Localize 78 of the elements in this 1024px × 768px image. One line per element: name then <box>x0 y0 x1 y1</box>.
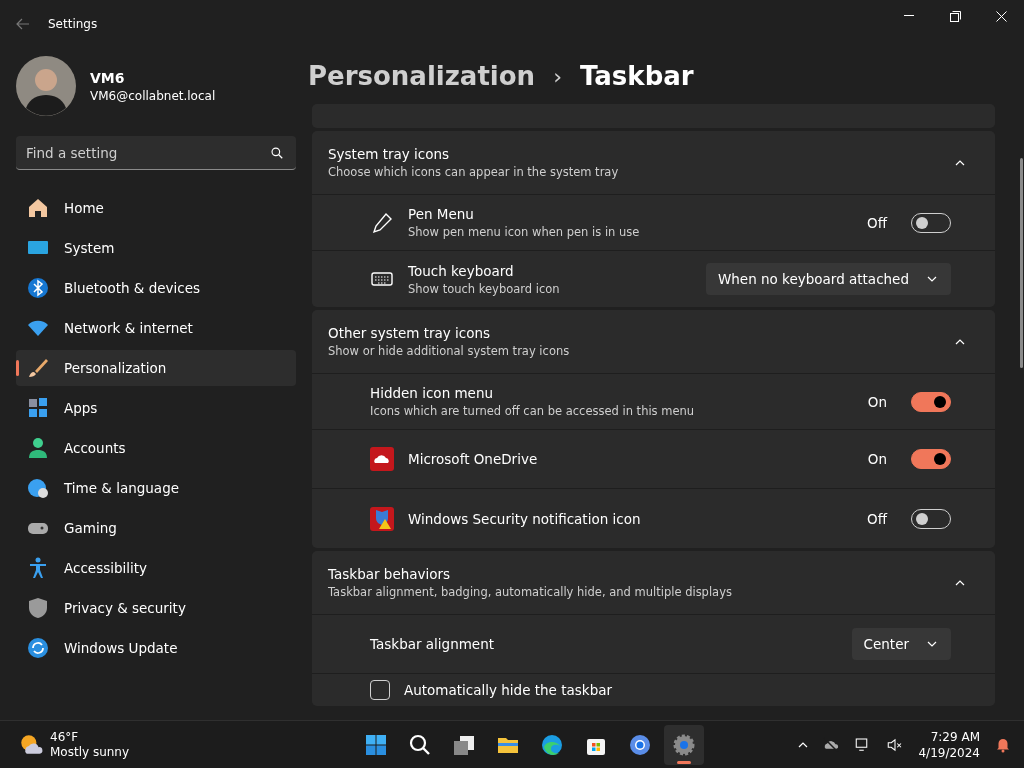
setting-label: Touch keyboard <box>408 262 515 279</box>
chevron-up-icon <box>955 338 965 345</box>
nav-item[interactable]: System <box>16 230 296 266</box>
search-icon <box>270 146 284 160</box>
setting-label: Automatically hide the taskbar <box>404 682 614 698</box>
checkbox[interactable] <box>370 680 390 700</box>
chevron-down-icon <box>927 641 937 647</box>
toggle-state: Off <box>867 214 887 231</box>
nav-item[interactable]: Bluetooth & devices <box>16 270 296 306</box>
circle-app-icon <box>628 732 652 757</box>
window-title: Settings <box>48 17 98 31</box>
section-title: Taskbar behaviors <box>328 566 452 582</box>
toggle-switch[interactable] <box>911 449 951 469</box>
chevron-up-icon <box>798 741 809 748</box>
brush-icon <box>26 356 50 380</box>
dropdown[interactable]: Center <box>851 628 951 660</box>
taskbar-button[interactable] <box>664 724 704 765</box>
setting-label: Microsoft OneDrive <box>408 451 539 467</box>
section-subtitle: Show or hide additional system tray icons <box>328 344 571 358</box>
nav-item[interactable]: Network & internet <box>16 310 296 346</box>
setting-label: Pen Menu <box>408 206 475 222</box>
gear-icon <box>672 732 696 757</box>
cloud-icon <box>370 447 394 471</box>
user-name: VM6 <box>90 69 126 86</box>
globe-clock-icon <box>26 476 50 500</box>
chevron-up-icon <box>955 159 965 166</box>
setting-label: Windows Security notification icon <box>408 510 642 527</box>
search-icon <box>408 732 432 757</box>
avatar <box>16 56 76 116</box>
home-icon <box>26 196 50 220</box>
toggle-state: On <box>867 451 887 467</box>
weather-condition: Mostly sunny <box>50 744 130 760</box>
windows-icon <box>364 732 388 757</box>
user-email: VM6@collabnet.local <box>90 88 216 103</box>
nav-item[interactable]: Windows Update <box>16 630 296 666</box>
nav-item[interactable]: Gaming <box>16 510 296 546</box>
section-title: Other system tray icons <box>328 325 492 341</box>
nav-item[interactable]: Accessibility <box>16 550 296 586</box>
wave-circle-icon <box>540 732 564 757</box>
nav-item[interactable]: Time & language <box>16 470 296 506</box>
weather-temperature: 46°F <box>50 729 80 745</box>
shield-icon <box>26 596 50 620</box>
page-title: Taskbar <box>579 61 694 91</box>
pen-icon <box>370 210 394 235</box>
setting-description: Show touch keyboard icon <box>408 281 561 296</box>
back-icon[interactable] <box>16 18 30 30</box>
bluetooth-icon <box>26 276 50 300</box>
nav-item[interactable]: Privacy & security <box>16 590 296 626</box>
setting-description: Show pen menu icon when pen is in use <box>408 225 641 239</box>
chevron-down-icon <box>927 276 937 282</box>
close-icon[interactable] <box>995 10 1007 22</box>
setting-label: Hidden icon menu <box>370 385 495 401</box>
update-icon <box>26 636 50 660</box>
breadcrumb-separator: › <box>553 63 562 89</box>
nav-item[interactable]: Accounts <box>16 430 296 466</box>
minimize-icon[interactable] <box>904 15 914 17</box>
search-field[interactable]: Find a setting <box>16 136 296 170</box>
breadcrumb-link[interactable]: Personalization <box>308 61 536 91</box>
scrollbar-thumb[interactable] <box>1020 158 1023 368</box>
dropdown[interactable]: When no keyboard attached <box>705 263 951 295</box>
clock-time[interactable]: 7:29 AM <box>930 728 980 745</box>
toggle-state: Off <box>867 510 887 527</box>
setting-description: Icons which are turned off can be accessed in this menu <box>370 404 696 418</box>
person-icon <box>26 436 50 460</box>
apps-icon <box>26 396 50 420</box>
chevron-up-icon <box>955 579 965 586</box>
section-subtitle: Choose which icons can appear in the system tray <box>328 165 620 179</box>
shield-warning-icon <box>370 506 394 531</box>
nav-item[interactable]: Home <box>16 190 296 226</box>
restore-icon[interactable] <box>949 10 961 22</box>
nav-item[interactable]: Personalization <box>16 350 296 386</box>
nav-item[interactable]: Apps <box>16 390 296 426</box>
toggle-state: On <box>867 393 887 410</box>
section-subtitle: Taskbar alignment, badging, automatically hide, and multiple displays <box>328 585 733 599</box>
clock-date[interactable]: 4/19/2024 <box>918 744 980 761</box>
setting-label: Taskbar alignment <box>370 636 496 652</box>
toggle-switch[interactable] <box>911 391 951 412</box>
section-title: System tray icons <box>328 146 451 162</box>
